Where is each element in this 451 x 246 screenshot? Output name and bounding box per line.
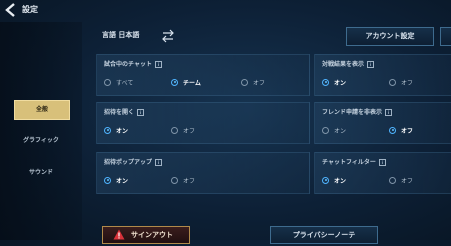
radio-icon [389, 176, 396, 184]
option-label: オフ [401, 79, 414, 87]
panel-match-chat: 試合中のチャット i すべて チーム オフ [96, 54, 310, 96]
option-on[interactable]: オン [322, 175, 346, 185]
sidebar-item-graphics[interactable]: グラフィック [14, 132, 68, 150]
sidebar: 全般 グラフィック サウンド [0, 22, 82, 240]
panel-hide-friend-requests: フレンド申請を非表示 i オン オフ [314, 102, 451, 144]
radio-icon [389, 78, 396, 86]
option-off[interactable]: オフ [171, 125, 195, 135]
option-label: オン [116, 177, 129, 185]
radio-selected-icon [104, 176, 111, 184]
option-off[interactable]: オフ [389, 77, 413, 87]
option-label: オン [334, 79, 347, 87]
option-on[interactable]: オン [322, 77, 346, 87]
panel-show-results: 対戦結果を表示 i オン オフ [314, 54, 451, 96]
panel-title: 対戦結果を表示 [322, 61, 365, 68]
option-label: オン [334, 177, 347, 185]
back-icon[interactable] [3, 2, 19, 18]
panel-title: チャットフィルター [322, 159, 376, 166]
radio-icon [171, 126, 178, 134]
radio-selected-icon [389, 126, 396, 134]
info-icon[interactable]: i [137, 109, 145, 116]
sidebar-item-sound[interactable]: サウンド [14, 164, 68, 182]
account-settings-button[interactable]: アカウント設定 [346, 27, 434, 46]
sign-out-label: サインアウト [131, 231, 173, 239]
panel-title: フレンド申請を非表示 [322, 109, 383, 116]
option-off[interactable]: オフ [241, 77, 265, 87]
option-label: オフ [253, 79, 266, 87]
option-all[interactable]: すべて [104, 77, 133, 87]
sidebar-item-general[interactable]: 全般 [14, 100, 70, 120]
radio-selected-icon [322, 176, 329, 184]
option-label: オフ [183, 177, 196, 185]
option-team[interactable]: チーム [171, 77, 201, 87]
radio-icon [322, 126, 329, 134]
info-icon[interactable]: i [155, 159, 163, 166]
radio-icon [104, 78, 111, 86]
info-icon[interactable]: i [378, 159, 386, 166]
radio-icon [241, 78, 248, 86]
option-off[interactable]: オフ [171, 175, 195, 185]
option-on[interactable]: オン [322, 125, 346, 135]
panel-title: 招待を開く [104, 109, 135, 116]
option-label: オフ [401, 127, 414, 135]
option-label: すべて [116, 79, 134, 87]
option-on[interactable]: オン [104, 125, 128, 135]
option-off[interactable]: オフ [389, 125, 413, 135]
radio-selected-icon [171, 78, 178, 86]
panel-title: 招待ポップアップ [104, 159, 153, 166]
radio-selected-icon [104, 126, 111, 134]
top-bar: 設定 [0, 0, 451, 22]
privacy-notice-button[interactable]: プライバシーノーテ [270, 226, 378, 244]
radio-selected-icon [322, 78, 329, 86]
swap-icon[interactable] [160, 28, 176, 43]
option-label: オン [334, 127, 347, 135]
info-icon[interactable]: i [385, 109, 393, 116]
extra-button[interactable] [440, 27, 451, 46]
option-label: オフ [401, 177, 414, 185]
panel-open-invite: 招待を開く i オン オフ [96, 102, 310, 144]
option-label: オン [116, 127, 129, 135]
option-label: オフ [183, 127, 196, 135]
info-icon[interactable]: i [154, 61, 162, 68]
option-off[interactable]: オフ [389, 175, 413, 185]
warning-icon [113, 229, 125, 240]
panel-invite-popup: 招待ポップアップ i オン オフ [96, 152, 310, 194]
option-label: チーム [183, 79, 201, 87]
option-on[interactable]: オン [104, 175, 128, 185]
info-icon[interactable]: i [367, 61, 375, 68]
panel-chat-filter: チャットフィルター i オン オフ [314, 152, 451, 194]
language-label: 言語 日本語 [102, 31, 140, 39]
page-title: 設定 [22, 5, 38, 14]
radio-icon [171, 176, 178, 184]
panel-title: 試合中のチャット [104, 61, 152, 68]
sign-out-button[interactable]: サインアウト [102, 226, 190, 244]
